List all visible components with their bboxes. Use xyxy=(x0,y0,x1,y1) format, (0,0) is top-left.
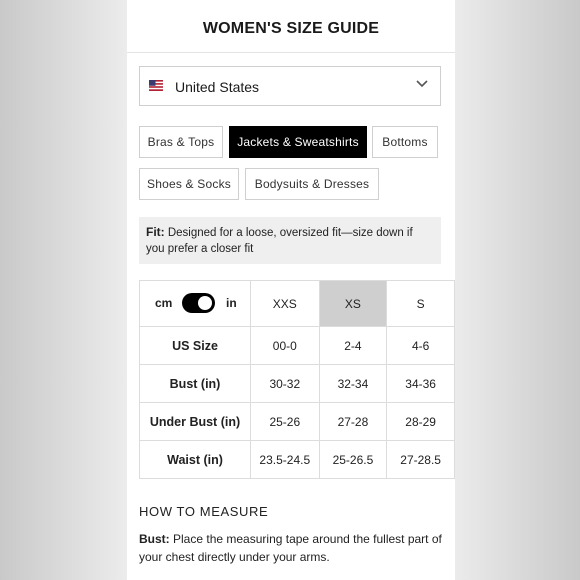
size-guide-panel: WOMEN'S SIZE GUIDE United States Bras & … xyxy=(127,0,455,580)
table-row: Bust (in) 30-32 32-34 34-36 xyxy=(139,364,455,403)
chevron-down-icon xyxy=(416,80,428,88)
bust-label: Bust: xyxy=(139,532,170,546)
table-cell: 32-34 xyxy=(318,364,388,403)
table-row: Waist (in) 23.5-24.5 25-26.5 27-28.5 xyxy=(139,440,455,479)
unit-toggle[interactable] xyxy=(182,293,215,313)
fit-text: Designed for a loose, oversized fit—size… xyxy=(146,227,413,255)
row-label: US Size xyxy=(139,326,251,365)
column-xxs[interactable]: XXS xyxy=(250,280,320,327)
table-cell: 00-0 xyxy=(250,326,320,365)
unit-toggle-cell: cm in xyxy=(139,280,251,327)
tab-bodysuits-dresses[interactable]: Bodysuits & Dresses xyxy=(245,168,379,200)
tab-bottoms[interactable]: Bottoms xyxy=(372,126,438,158)
us-flag-icon xyxy=(149,80,163,91)
table-cell: 25-26 xyxy=(250,402,320,441)
table-cell: 25-26.5 xyxy=(318,440,388,479)
table-cell: 27-28 xyxy=(318,402,388,441)
table-cell: 34-36 xyxy=(386,364,455,403)
table-row: US Size 00-0 2-4 4-6 xyxy=(139,326,455,365)
unit-cm-label: cm xyxy=(155,296,173,310)
column-xs[interactable]: XS xyxy=(318,280,388,327)
table-header-row: cm in XXS XS S xyxy=(139,280,455,327)
table-cell: 27-28.5 xyxy=(386,440,455,479)
country-select[interactable]: United States xyxy=(139,66,441,106)
title-divider xyxy=(127,52,455,53)
table-cell: 30-32 xyxy=(250,364,320,403)
table-cell: 28-29 xyxy=(386,402,455,441)
size-table: cm in XXS XS S US Size 00-0 2-4 4-6 Bust… xyxy=(139,280,455,479)
unit-in-label: in xyxy=(226,296,237,310)
row-label: Under Bust (in) xyxy=(139,402,251,441)
bust-text: Place the measuring tape around the full… xyxy=(139,532,442,564)
table-cell: 2-4 xyxy=(318,326,388,365)
row-label: Bust (in) xyxy=(139,364,251,403)
tab-shoes-socks[interactable]: Shoes & Socks xyxy=(139,168,239,200)
fit-note: Fit: Designed for a loose, oversized fit… xyxy=(139,217,441,264)
page-title: WOMEN'S SIZE GUIDE xyxy=(202,20,380,37)
table-cell: 4-6 xyxy=(386,326,455,365)
fit-label: Fit: xyxy=(146,225,165,239)
tab-jackets-sweatshirts[interactable]: Jackets & Sweatshirts xyxy=(229,126,367,158)
table-cell: 23.5-24.5 xyxy=(250,440,320,479)
country-name: United States xyxy=(175,79,260,95)
tab-bras-tops[interactable]: Bras & Tops xyxy=(139,126,223,158)
how-to-measure-heading: HOW TO MEASURE xyxy=(139,504,269,519)
bust-instruction: Bust: Place the measuring tape around th… xyxy=(139,530,449,566)
table-row: Under Bust (in) 25-26 27-28 28-29 xyxy=(139,402,455,441)
row-label: Waist (in) xyxy=(139,440,251,479)
toggle-knob xyxy=(198,296,212,310)
column-s[interactable]: S xyxy=(386,280,455,327)
